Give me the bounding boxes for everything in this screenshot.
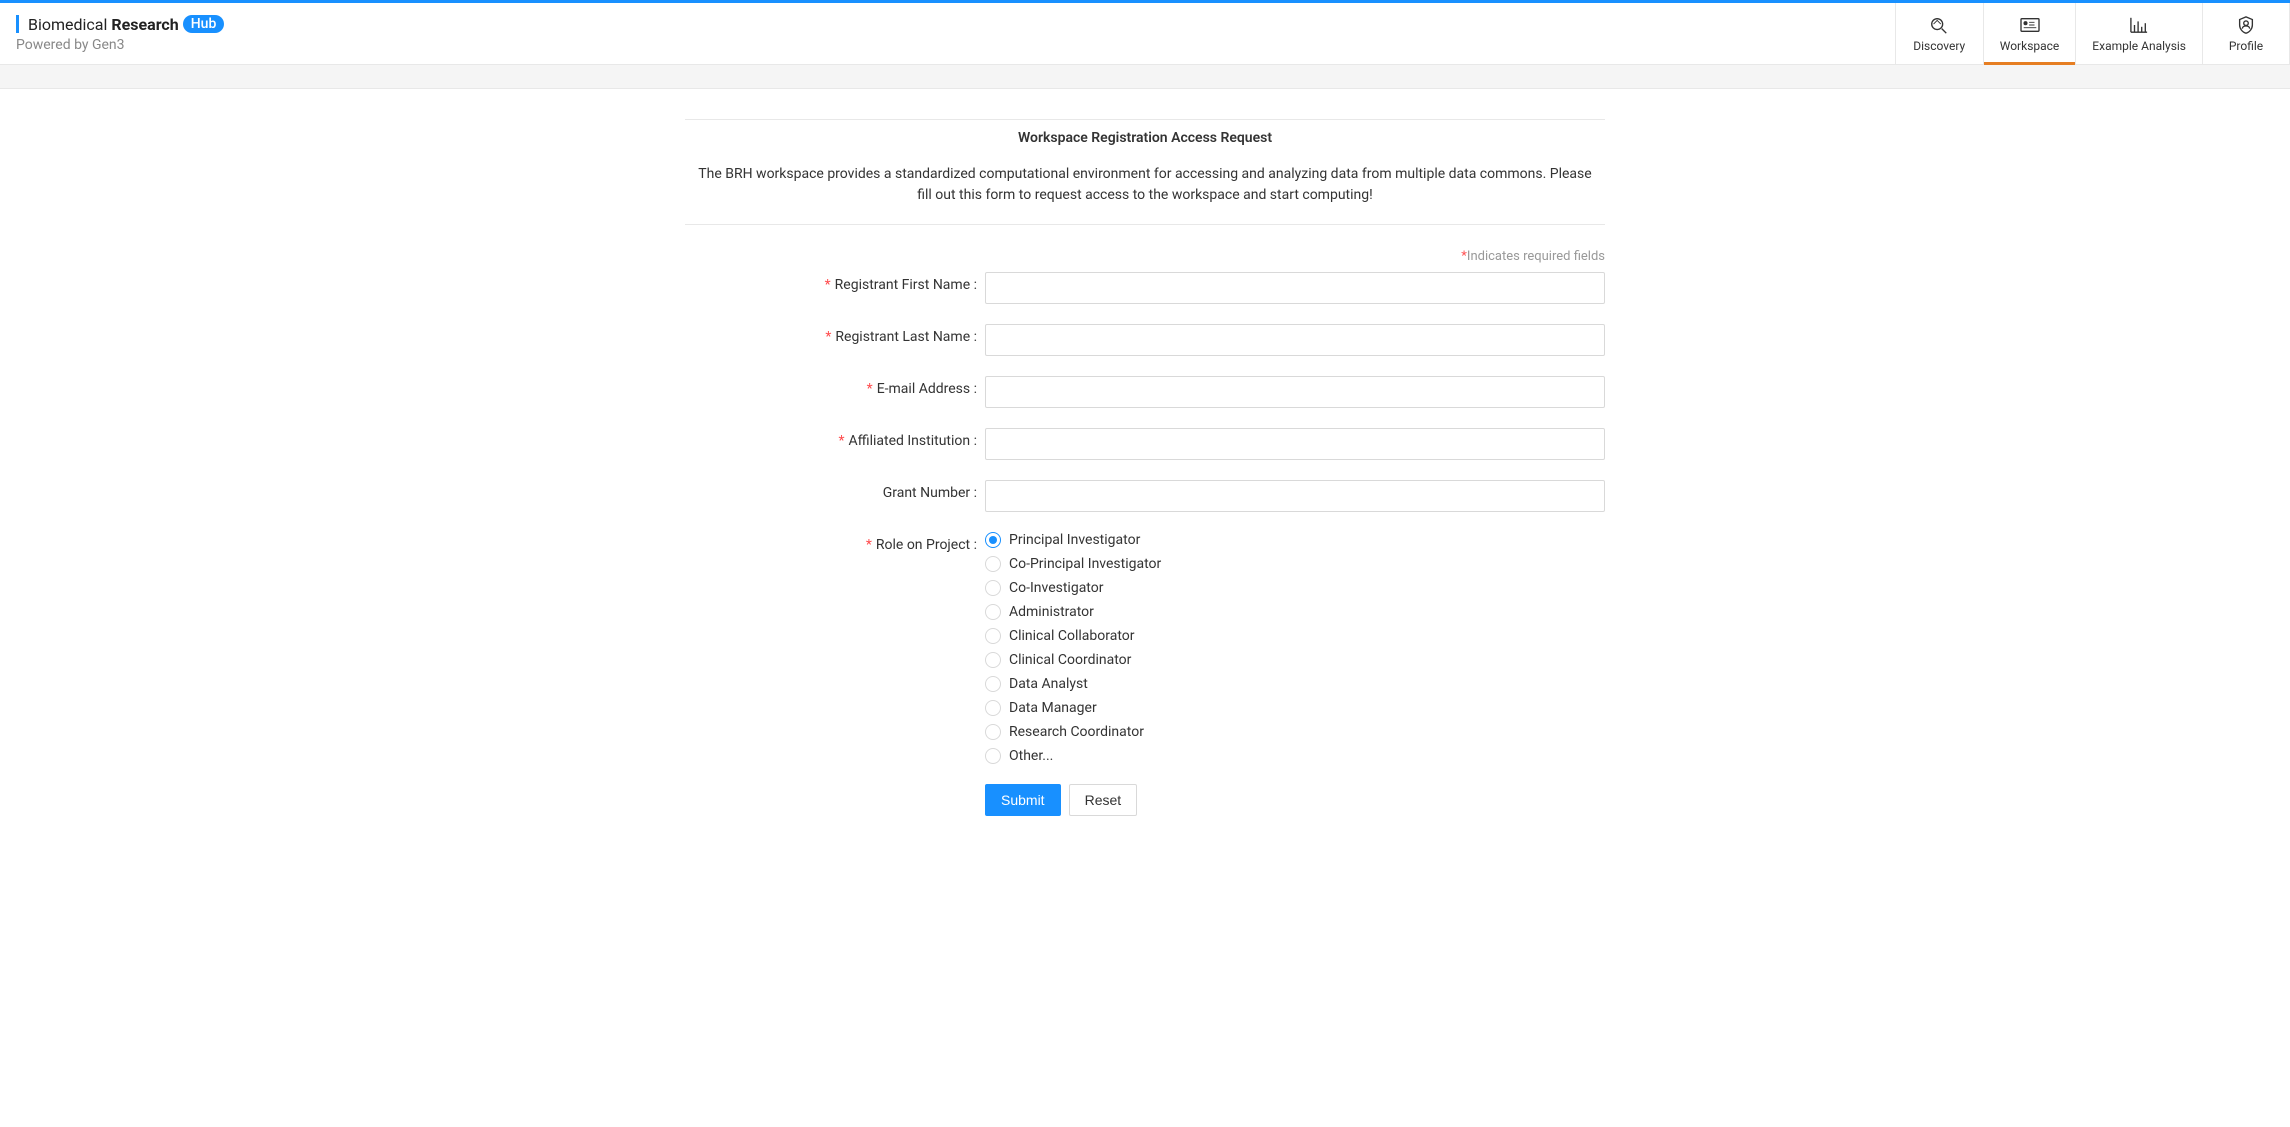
radio-icon [985, 532, 1001, 548]
role-radio-option[interactable]: Data Manager [985, 700, 1605, 716]
nav-workspace[interactable]: Workspace [1983, 3, 2076, 64]
form-row-last-name: *Registrant Last Name : [685, 324, 1605, 356]
radio-label: Data Analyst [1009, 676, 1088, 692]
role-radio-option[interactable]: Data Analyst [985, 676, 1605, 692]
role-radio-option[interactable]: Co-Principal Investigator [985, 556, 1605, 572]
radio-label: Co-Principal Investigator [1009, 556, 1161, 572]
last-name-input[interactable] [985, 324, 1605, 356]
logo-text-research: Research [111, 15, 178, 34]
role-radio-option[interactable]: Clinical Collaborator [985, 628, 1605, 644]
button-row: Submit Reset [985, 784, 1605, 816]
role-radio-option[interactable]: Research Coordinator [985, 724, 1605, 740]
radio-icon [985, 652, 1001, 668]
radio-label: Data Manager [1009, 700, 1097, 716]
reset-button[interactable]: Reset [1069, 784, 1138, 816]
role-label: *Role on Project : [685, 532, 985, 553]
form-row-first-name: *Registrant First Name : [685, 272, 1605, 304]
radio-icon [985, 604, 1001, 620]
radio-icon [985, 556, 1001, 572]
institution-input[interactable] [985, 428, 1605, 460]
logo-title: Biomedical Research Hub [16, 15, 224, 34]
grant-input[interactable] [985, 480, 1605, 512]
first-name-label: *Registrant First Name : [685, 272, 985, 293]
nav-label: Workspace [2000, 39, 2060, 53]
radio-icon [985, 748, 1001, 764]
form-row-institution: *Affiliated Institution : [685, 428, 1605, 460]
radio-label: Clinical Collaborator [1009, 628, 1135, 644]
profile-icon [2236, 15, 2256, 35]
radio-icon [985, 580, 1001, 596]
logo-area[interactable]: Biomedical Research Hub Powered by Gen3 [0, 3, 224, 64]
radio-label: Other... [1009, 748, 1053, 764]
radio-label: Clinical Coordinator [1009, 652, 1131, 668]
logo-text-biomedical: Biomedical [28, 15, 107, 34]
form-row-email: *E-mail Address : [685, 376, 1605, 408]
logo-badge-hub: Hub [183, 15, 225, 33]
analysis-icon [2129, 15, 2149, 35]
role-radio-option[interactable]: Co-Investigator [985, 580, 1605, 596]
first-name-input[interactable] [985, 272, 1605, 304]
nav-profile[interactable]: Profile [2202, 3, 2290, 64]
form-divider [685, 224, 1605, 225]
nav-discovery[interactable]: Discovery [1895, 3, 1983, 64]
last-name-label: *Registrant Last Name : [685, 324, 985, 345]
role-radio-option[interactable]: Principal Investigator [985, 532, 1605, 548]
radio-icon [985, 628, 1001, 644]
discovery-icon [1928, 15, 1950, 35]
logo-accent-bar [16, 15, 19, 33]
submit-button[interactable]: Submit [985, 784, 1061, 816]
subheader-bar [0, 65, 2290, 89]
email-label: *E-mail Address : [685, 376, 985, 397]
main-content: Workspace Registration Access Request Th… [685, 89, 1605, 846]
nav-example-analysis[interactable]: Example Analysis [2075, 3, 2202, 64]
workspace-icon [2019, 15, 2041, 35]
form-header: Workspace Registration Access Request Th… [685, 119, 1605, 224]
institution-label: *Affiliated Institution : [685, 428, 985, 449]
radio-label: Administrator [1009, 604, 1094, 620]
header: Biomedical Research Hub Powered by Gen3 … [0, 3, 2290, 65]
form-description: The BRH workspace provides a standardize… [685, 164, 1605, 206]
radio-icon [985, 676, 1001, 692]
radio-label: Principal Investigator [1009, 532, 1140, 548]
logo-subtitle: Powered by Gen3 [16, 37, 224, 53]
form-title: Workspace Registration Access Request [685, 130, 1605, 146]
form-row-role: *Role on Project : Principal Investigato… [685, 532, 1605, 764]
radio-label: Research Coordinator [1009, 724, 1144, 740]
role-radio-option[interactable]: Clinical Coordinator [985, 652, 1605, 668]
nav-label: Example Analysis [2092, 39, 2186, 53]
main-nav: Discovery Workspace [1895, 3, 2290, 64]
nav-label: Profile [2229, 39, 2263, 53]
form-row-grant: Grant Number : [685, 480, 1605, 512]
role-radio-group: Principal Investigator Co-Principal Inves… [985, 532, 1605, 764]
email-input[interactable] [985, 376, 1605, 408]
required-fields-note: *Indicates required fields [685, 249, 1605, 264]
nav-label: Discovery [1913, 39, 1965, 53]
radio-label: Co-Investigator [1009, 580, 1103, 596]
radio-icon [985, 724, 1001, 740]
radio-icon [985, 700, 1001, 716]
role-radio-option[interactable]: Other... [985, 748, 1605, 764]
role-radio-option[interactable]: Administrator [985, 604, 1605, 620]
grant-label: Grant Number : [685, 480, 985, 501]
